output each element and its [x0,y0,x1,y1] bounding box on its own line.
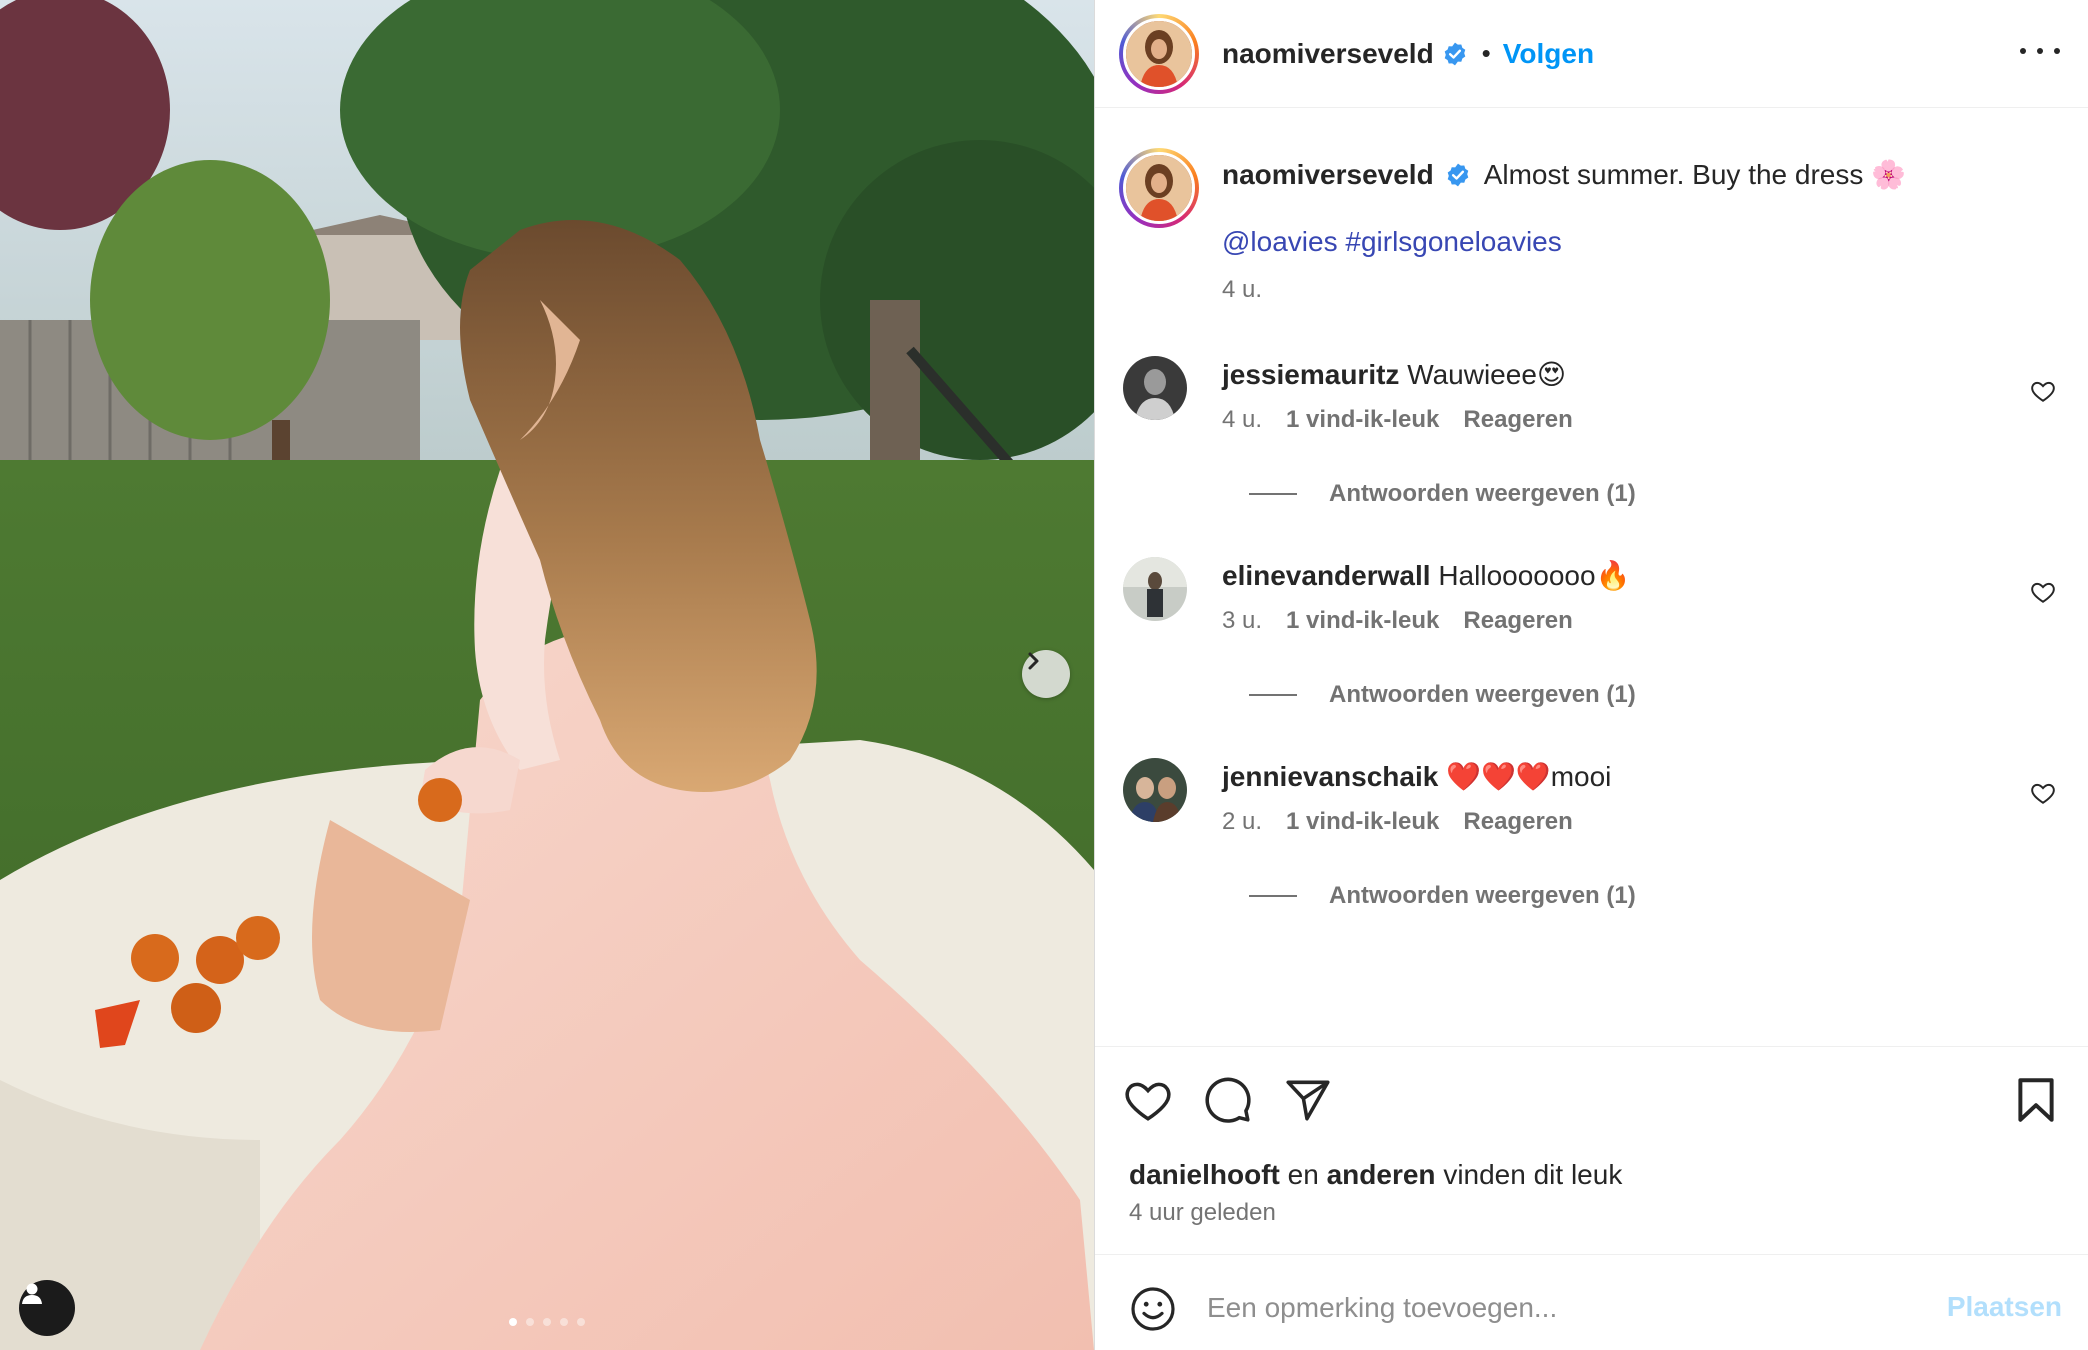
replies-divider [1249,493,1297,495]
comment-time[interactable]: 4 u. [1222,406,1262,434]
comment-username[interactable]: jennievanschaik [1222,761,1438,792]
comment-like-heart-icon[interactable] [2030,378,2056,404]
view-replies-label: Antwoorden weergeven (1) [1329,681,1636,708]
replies-divider [1249,694,1297,696]
comment-username[interactable]: elinevanderwall [1222,560,1431,591]
caption-timestamp[interactable]: 4 u. [1222,276,2042,304]
header-separator: • [1481,38,1491,68]
caption-line: naomiverseveld Almost summer. Buy the dr… [1222,156,2042,194]
post-photo[interactable] [0,0,1094,1350]
view-replies-button[interactable]: Antwoorden weergeven (1) [1249,480,1636,508]
comment-composer: Plaatsen [1095,1254,2088,1350]
commenter-avatar[interactable] [1123,356,1187,420]
post-side-panel: naomiverseveld • Volgen naomiverseveld A… [1094,0,2088,1350]
more-options-icon [2020,48,2026,54]
comment-meta: 3 u. 1 vind-ik-leuk Reageren [1222,607,1630,635]
likes-others-link[interactable]: anderen [1327,1159,1436,1190]
follow-button[interactable]: Volgen [1503,38,1594,70]
comment-item: elinevanderwall Hallooooooo🔥 3 u. 1 vind… [1119,557,2068,717]
post-actions: danielhooft en anderen vinden dit leuk 4… [1095,1046,2088,1256]
comment-text: ❤️❤️❤️mooi [1446,761,1612,792]
avatar-photo [1123,356,1187,420]
verified-badge-icon [1448,163,1469,187]
heart-icon[interactable] [1123,1075,1173,1125]
bookmark-icon[interactable] [2011,1075,2061,1125]
more-options-button[interactable] [2020,36,2060,66]
caption-body: naomiverseveld Almost summer. Buy the dr… [1222,156,2042,304]
comment-likes-count[interactable]: 1 vind-ik-leuk [1286,808,1439,836]
comment-like-heart-icon[interactable] [2030,780,2056,806]
comment-text-line: elinevanderwall Hallooooooo🔥 [1222,557,1630,595]
caption-avatar-image [1123,152,1195,224]
comment-reply-button[interactable]: Reageren [1463,607,1572,635]
caption-avatar[interactable] [1119,148,1199,228]
avatar-photo [1123,557,1187,621]
author-avatar-image [1123,17,1195,90]
emoji-icon[interactable] [1129,1285,1177,1333]
comment-meta: 4 u. 1 vind-ik-leuk Reageren [1222,406,1573,434]
user-tag-icon [22,1283,42,1304]
commenter-avatar[interactable] [1123,557,1187,621]
view-replies-button[interactable]: Antwoorden weergeven (1) [1249,882,1636,910]
chevron-right-icon [1028,652,1039,670]
more-options-icon [2054,48,2060,54]
carousel-dot-active [509,1318,517,1326]
comment-input[interactable] [1207,1277,1907,1339]
view-replies-button[interactable]: Antwoorden weergeven (1) [1249,681,1636,709]
comment-time[interactable]: 2 u. [1222,808,1262,836]
carousel-dot [526,1318,534,1326]
likes-connector: en [1287,1159,1319,1190]
comment-time[interactable]: 3 u. [1222,607,1262,635]
comment-text: Wauwieee😍 [1407,359,1567,390]
caption-text: Almost summer. Buy the dress 🌸 [1483,159,1907,190]
caption-username[interactable]: naomiverseveld [1222,159,1434,190]
comment-icon[interactable] [1203,1075,1253,1125]
comment-body: jessiemauritz Wauwieee😍 4 u. 1 vind-ik-l… [1222,356,1573,434]
comment-username[interactable]: jessiemauritz [1222,359,1399,390]
tagged-users-button[interactable] [19,1280,75,1336]
post-header: naomiverseveld • Volgen [1095,0,2088,108]
carousel-dot [560,1318,568,1326]
comment-likes-count[interactable]: 1 vind-ik-leuk [1286,607,1439,635]
post-modal: naomiverseveld • Volgen naomiverseveld A… [0,0,2088,1350]
commenter-avatar[interactable] [1123,758,1187,822]
avatar-photo [1123,758,1187,822]
share-icon[interactable] [1283,1075,1333,1125]
next-slide-button[interactable] [1022,650,1070,698]
comment-item: jennievanschaik ❤️❤️❤️mooi 2 u. 1 vind-i… [1119,758,2068,918]
post-comment-button[interactable]: Plaatsen [1947,1291,2062,1323]
view-replies-label: Antwoorden weergeven (1) [1329,480,1636,507]
author-avatar[interactable] [1119,13,1199,94]
comment-meta: 2 u. 1 vind-ik-leuk Reageren [1222,808,1611,836]
comment-reply-button[interactable]: Reageren [1463,406,1572,434]
carousel-dot [543,1318,551,1326]
caption-mention-link[interactable]: @loavies [1222,226,1338,257]
likes-summary: danielhooft en anderen vinden dit leuk [1129,1159,1622,1191]
comment-like-heart-icon[interactable] [2030,579,2056,605]
verified-badge-icon [1444,42,1465,65]
comment-likes-count[interactable]: 1 vind-ik-leuk [1286,406,1439,434]
avatar-photo [1126,155,1192,221]
author-username[interactable]: naomiverseveld [1222,38,1434,70]
view-replies-label: Antwoorden weergeven (1) [1329,882,1636,909]
carousel-dot [577,1318,585,1326]
comment-text-line: jessiemauritz Wauwieee😍 [1222,356,1573,394]
comment-item: jessiemauritz Wauwieee😍 4 u. 1 vind-ik-l… [1119,356,2068,516]
photo-illustration [0,0,1094,1350]
more-options-icon [2037,48,2043,54]
likes-suffix: vinden dit leuk [1443,1159,1623,1190]
avatar-photo [1126,20,1192,87]
comment-body: jennievanschaik ❤️❤️❤️mooi 2 u. 1 vind-i… [1222,758,1611,836]
comment-body: elinevanderwall Hallooooooo🔥 3 u. 1 vind… [1222,557,1630,635]
post-time-ago[interactable]: 4 uur geleden [1129,1199,1276,1227]
comment-text-line: jennievanschaik ❤️❤️❤️mooi [1222,758,1611,796]
carousel-indicator [0,1318,1094,1326]
caption-tags: @loavies #girlsgoneloavies [1222,226,2042,258]
liker-username[interactable]: danielhooft [1129,1159,1280,1190]
replies-divider [1249,895,1297,897]
comment-text: Hallooooooo🔥 [1438,560,1631,591]
comment-reply-button[interactable]: Reageren [1463,808,1572,836]
caption-hashtag-link[interactable]: #girlsgoneloavies [1345,226,1561,257]
